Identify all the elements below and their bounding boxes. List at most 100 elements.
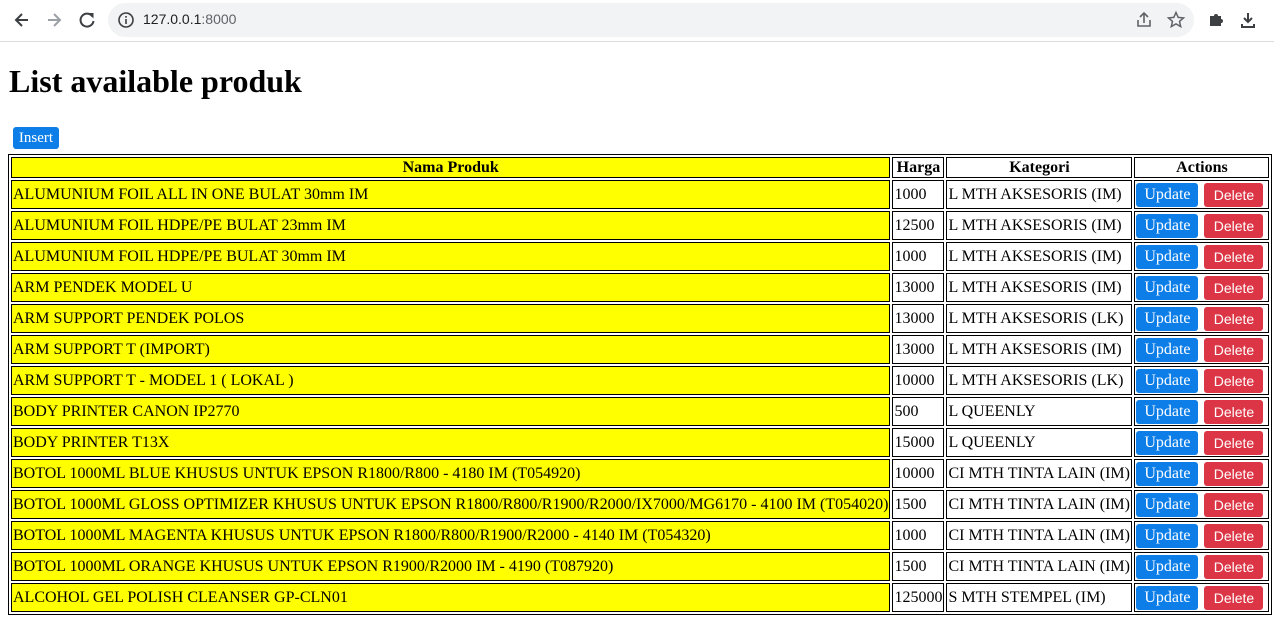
update-button[interactable]: Update [1136,213,1199,238]
update-button[interactable]: Update [1136,368,1199,393]
delete-button[interactable]: Delete [1204,244,1264,269]
star-icon[interactable] [1166,10,1186,30]
delete-button[interactable]: Delete [1204,523,1264,548]
update-button[interactable]: Update [1136,492,1199,517]
delete-button[interactable]: Delete [1204,368,1264,393]
table-row: ARM PENDEK MODEL U 13000 L MTH AKSESORIS (… [11,273,1270,302]
cell-harga: 500 [892,397,945,426]
cell-actions: Update Delete [1134,304,1270,333]
cell-actions: Update Delete [1134,552,1270,581]
cell-kategori: L MTH AKSESORIS (IM) [946,273,1133,302]
cell-nama-produk: BOTOL 1000ML GLOSS OPTIMIZER KHUSUS UNTU… [11,490,891,519]
extensions-icon[interactable] [1206,10,1226,30]
browser-toolbar: 127.0.0.1:8000 [0,0,1274,42]
cell-kategori: CI MTH TINTA LAIN (IM) [946,521,1133,550]
update-button[interactable]: Update [1136,430,1199,455]
cell-actions: Update Delete [1134,335,1270,364]
cell-actions: Update Delete [1134,273,1270,302]
cell-actions: Update Delete [1134,459,1270,488]
delete-button[interactable]: Delete [1204,182,1264,207]
cell-nama-produk: BOTOL 1000ML MAGENTA KHUSUS UNTUK EPSON … [11,521,891,550]
cell-kategori: L MTH AKSESORIS (IM) [946,335,1133,364]
share-icon[interactable] [1134,10,1154,30]
cell-kategori: L MTH AKSESORIS (IM) [946,180,1133,209]
page-title: List available produk [9,63,302,99]
cell-harga: 1000 [892,521,945,550]
update-button[interactable]: Update [1136,585,1199,610]
cell-actions: Update Delete [1134,242,1270,271]
cell-nama-produk: BOTOL 1000ML ORANGE KHUSUS UNTUK EPSON R… [11,552,891,581]
update-button[interactable]: Update [1136,306,1199,331]
update-button[interactable]: Update [1136,182,1199,207]
update-button[interactable]: Update [1136,523,1199,548]
delete-button[interactable]: Delete [1204,213,1264,238]
cell-harga: 10000 [892,459,945,488]
cell-nama-produk: ALUMUNIUM FOIL HDPE/PE BULAT 23mm IM [11,211,891,240]
back-arrow-icon[interactable] [12,10,32,30]
cell-nama-produk: BOTOL 1000ML BLUE KHUSUS UNTUK EPSON R18… [11,459,891,488]
cell-actions: Update Delete [1134,180,1270,209]
table-header-row: Nama Produk Harga Kategori Actions [11,157,1270,178]
cell-actions: Update Delete [1134,211,1270,240]
cell-harga: 1000 [892,242,945,271]
cell-nama-produk: ALCOHOL GEL POLISH CLEANSER GP-CLN01 [11,583,891,612]
product-table: Nama Produk Harga Kategori Actions ALUMU… [8,154,1273,615]
delete-button[interactable]: Delete [1204,337,1264,362]
url-text[interactable]: 127.0.0.1:8000 [143,11,236,27]
cell-actions: Update Delete [1134,521,1270,550]
delete-button[interactable]: Delete [1204,306,1264,331]
cell-actions: Update Delete [1134,583,1270,612]
delete-button[interactable]: Delete [1204,461,1264,486]
cell-nama-produk: ARM SUPPORT T (IMPORT) [11,335,891,364]
table-row: ARM SUPPORT T (IMPORT) 13000 L MTH AKSESOR… [11,335,1270,364]
cell-actions: Update Delete [1134,490,1270,519]
cell-kategori: L MTH AKSESORIS (LK) [946,304,1133,333]
cell-kategori: L QUEENLY [946,397,1133,426]
delete-button[interactable]: Delete [1204,399,1264,424]
info-icon[interactable] [117,11,135,29]
cell-kategori: L QUEENLY [946,428,1133,457]
insert-button[interactable]: Insert [13,127,59,149]
cell-nama-produk: ARM SUPPORT T - MODEL 1 ( LOKAL ) [11,366,891,395]
header-nama-produk: Nama Produk [11,157,891,178]
cell-kategori: L MTH AKSESORIS (IM) [946,211,1133,240]
header-actions: Actions [1134,157,1270,178]
cell-actions: Update Delete [1134,366,1270,395]
cell-nama-produk: ALUMUNIUM FOIL HDPE/PE BULAT 30mm IM [11,242,891,271]
update-button[interactable]: Update [1136,244,1199,269]
header-harga: Harga [892,157,945,178]
delete-button[interactable]: Delete [1204,492,1264,517]
cell-harga: 15000 [892,428,945,457]
update-button[interactable]: Update [1136,399,1199,424]
cell-harga: 125000 [892,583,945,612]
delete-button[interactable]: Delete [1204,585,1264,610]
table-row: BODY PRINTER CANON IP2770 500 L QUEENLY Upd… [11,397,1270,426]
cell-kategori: L MTH AKSESORIS (IM) [946,242,1133,271]
reload-icon[interactable] [77,10,97,30]
cell-harga: 1500 [892,490,945,519]
update-button[interactable]: Update [1136,554,1199,579]
update-button[interactable]: Update [1136,461,1199,486]
cell-harga: 13000 [892,273,945,302]
url-host: 127.0.0.1 [143,11,202,27]
cell-nama-produk: ARM PENDEK MODEL U [11,273,891,302]
delete-button[interactable]: Delete [1204,275,1264,300]
header-kategori: Kategori [946,157,1133,178]
table-row: BOTOL 1000ML BLUE KHUSUS UNTUK EPSON R18… [11,459,1270,488]
update-button[interactable]: Update [1136,275,1199,300]
cell-harga: 13000 [892,304,945,333]
delete-button[interactable]: Delete [1204,554,1264,579]
cell-harga: 1000 [892,180,945,209]
table-row: BODY PRINTER T13X 15000 L QUEENLY Update Del… [11,428,1270,457]
address-bar[interactable] [108,3,1194,37]
delete-button[interactable]: Delete [1204,430,1264,455]
table-row: BOTOL 1000ML GLOSS OPTIMIZER KHUSUS UNTU… [11,490,1270,519]
cell-kategori: CI MTH TINTA LAIN (IM) [946,552,1133,581]
forward-arrow-icon[interactable] [44,10,64,30]
table-row: ALUMUNIUM FOIL HDPE/PE BULAT 23mm IM 1250… [11,211,1270,240]
download-icon[interactable] [1238,10,1258,30]
cell-nama-produk: BODY PRINTER T13X [11,428,891,457]
table-row: ARM SUPPORT T - MODEL 1 ( LOKAL ) 10000 L … [11,366,1270,395]
update-button[interactable]: Update [1136,337,1199,362]
table-row: ARM SUPPORT PENDEK POLOS 13000 L MTH AKSES… [11,304,1270,333]
